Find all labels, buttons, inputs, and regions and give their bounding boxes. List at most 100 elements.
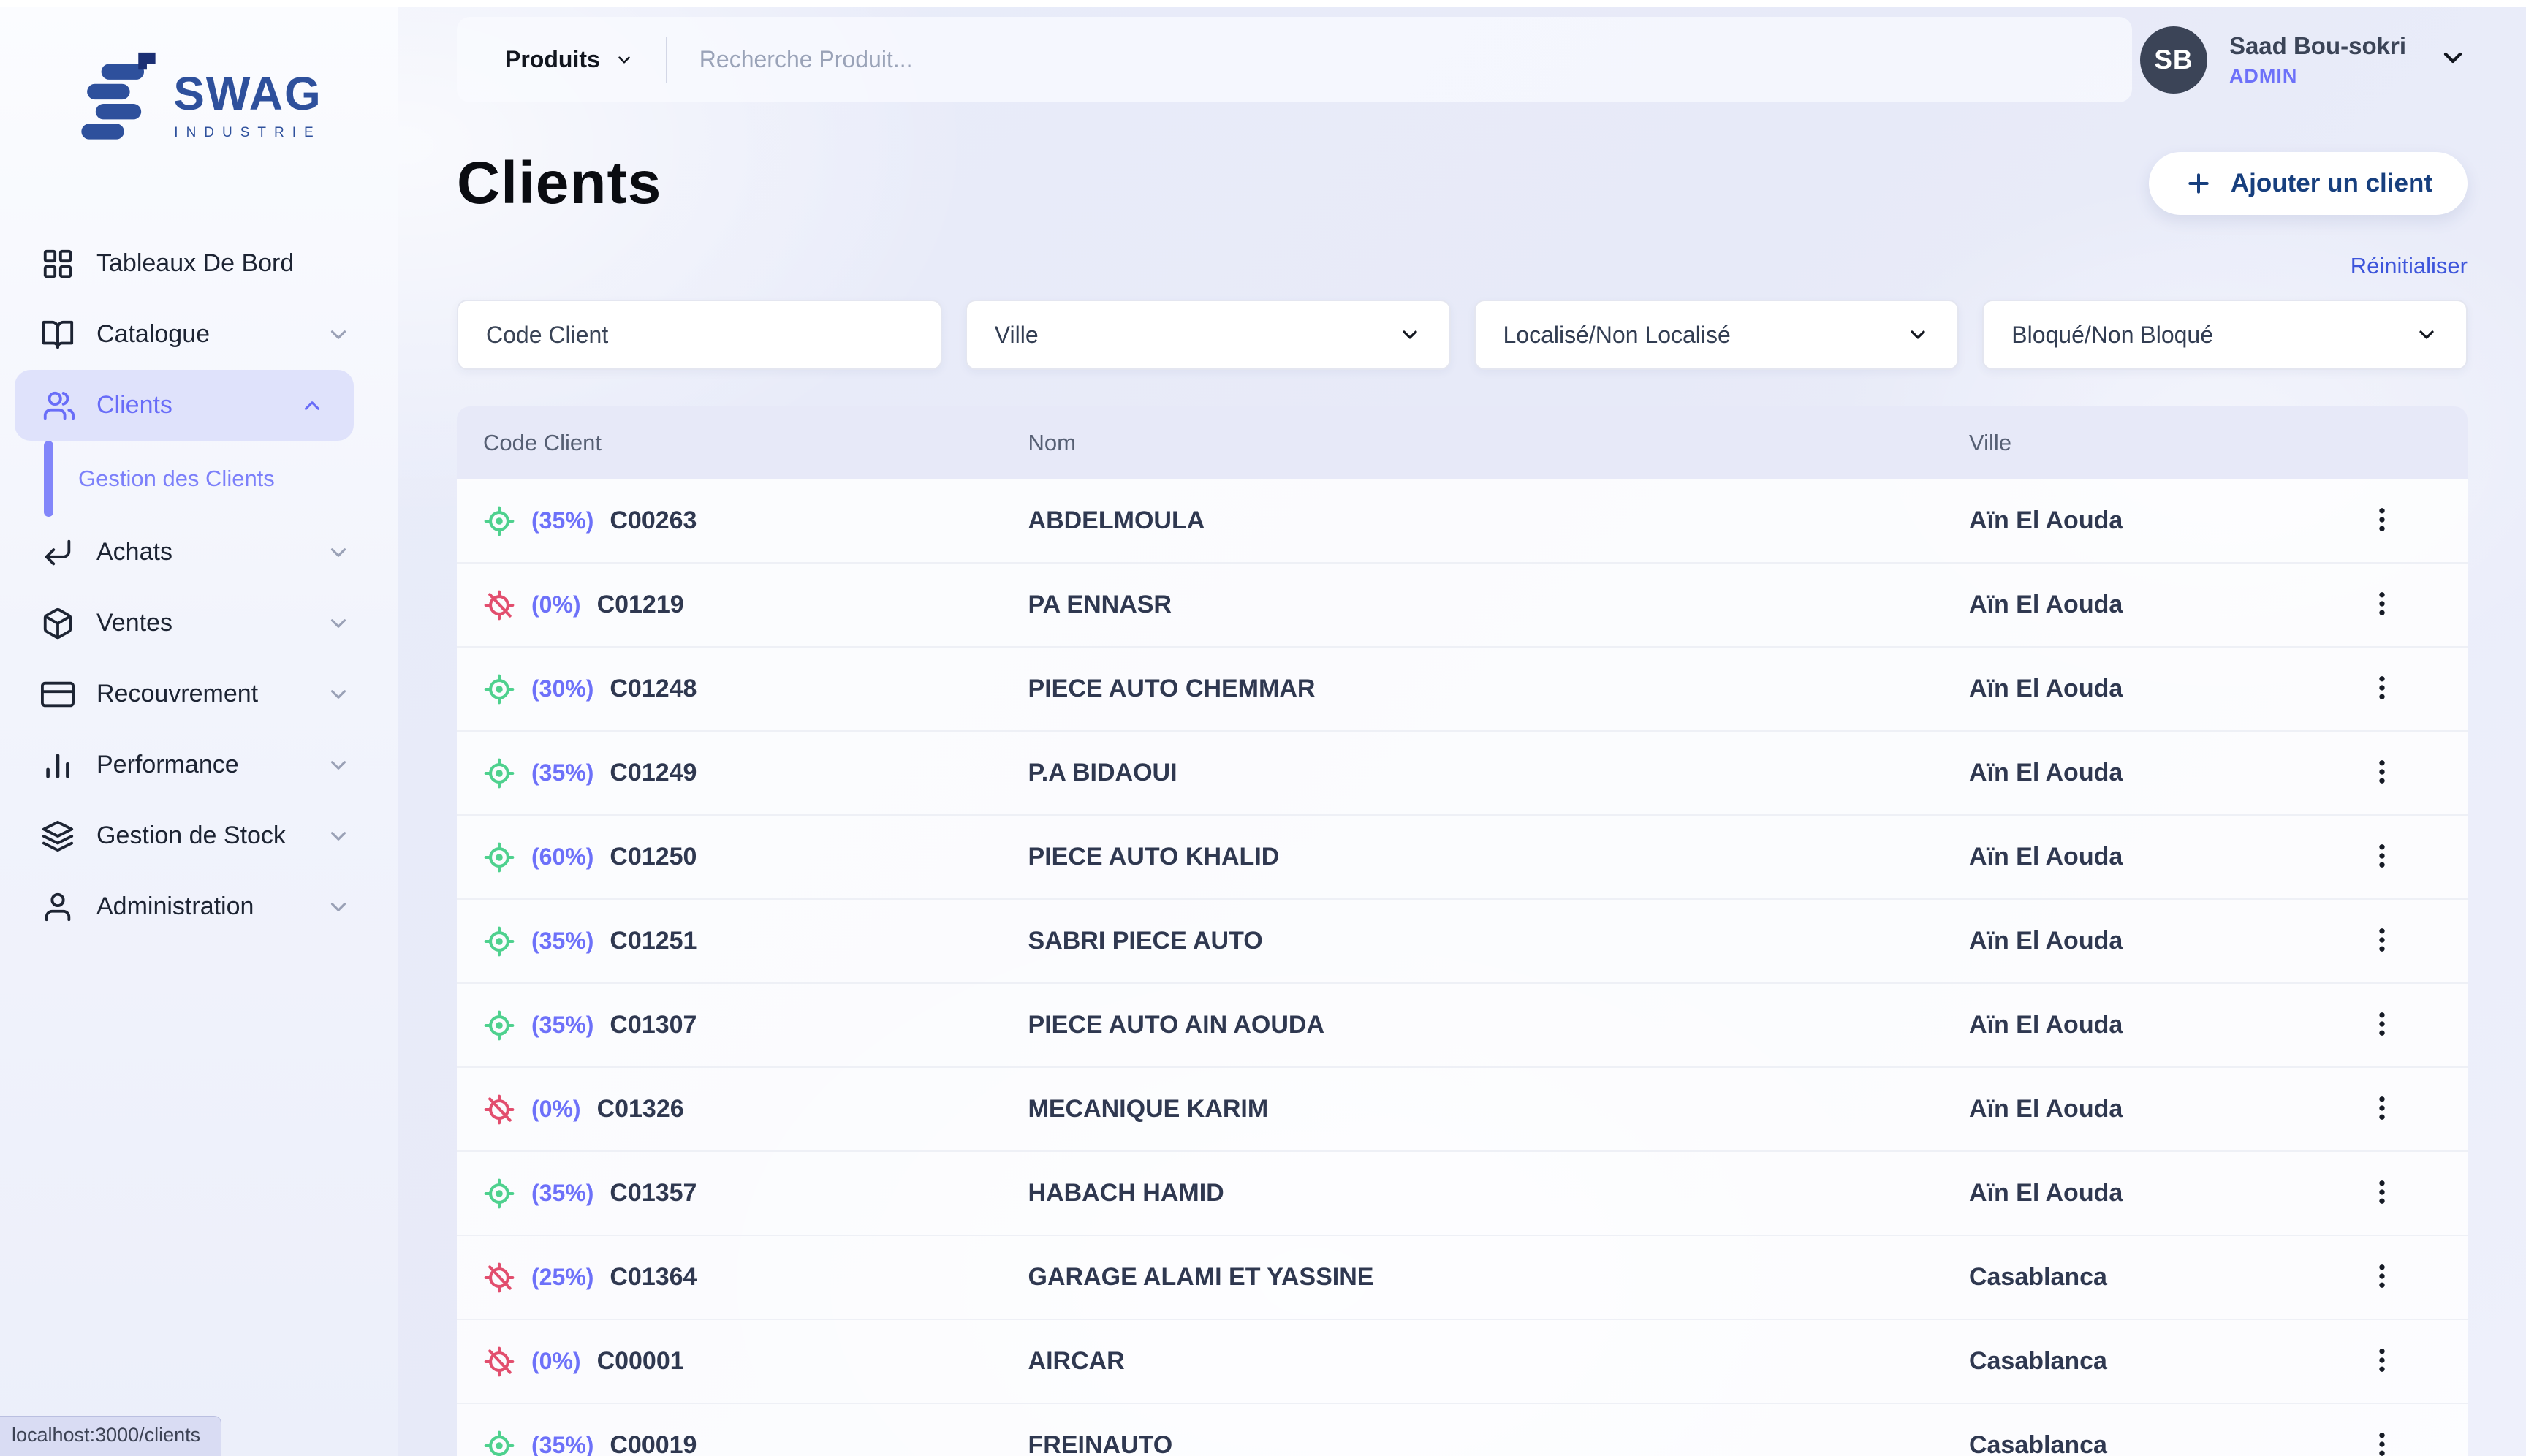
app-root: SWAG INDUSTRIE Tableaux De Bord Catalogu… [0, 0, 2526, 1456]
sidebar-item-ventes[interactable]: Ventes [0, 588, 398, 659]
sidebar-item-gestion-de-stock[interactable]: Gestion de Stock [0, 800, 398, 871]
sidebar-item-label: Administration [96, 892, 304, 921]
bloque-filter-select[interactable]: Bloqué/Non Bloqué [1982, 300, 2468, 370]
table-row[interactable]: (35%) C01251 SABRI PIECE AUTO Aïn El Aou… [457, 900, 2468, 984]
client-city: Aïn El Aouda [1969, 675, 2123, 702]
column-header-ville: Ville [1943, 430, 2333, 456]
sidebar-item-recouvrement[interactable]: Recouvrement [0, 659, 398, 729]
row-actions-button[interactable] [2359, 1001, 2405, 1049]
browser-top-strip [0, 0, 2526, 7]
table-row[interactable]: (35%) C01249 P.A BIDAOUI Aïn El Aouda [457, 732, 2468, 816]
localized-icon [483, 505, 515, 537]
sidebar-item-label: Achats [96, 538, 304, 566]
client-code: C01307 [610, 1011, 697, 1039]
sidebar-item-label: Ventes [96, 609, 304, 637]
sidebar-item-catalogue[interactable]: Catalogue [0, 299, 398, 370]
table-row[interactable]: (60%) C01250 PIECE AUTO KHALID Aïn El Ao… [457, 816, 2468, 900]
table-row[interactable]: (35%) C01357 HABACH HAMID Aïn El Aouda [457, 1152, 2468, 1236]
client-code: C01250 [610, 843, 697, 871]
more-vertical-icon [2367, 841, 2397, 871]
chevron-down-icon [326, 753, 351, 778]
chevron-down-icon [2438, 43, 2468, 76]
sidebar-item-administration[interactable]: Administration [0, 871, 398, 942]
row-actions-button[interactable] [2359, 497, 2405, 545]
table-row[interactable]: (0%) C01326 MECANIQUE KARIM Aïn El Aouda [457, 1068, 2468, 1152]
code-client-filter-input[interactable] [457, 300, 942, 370]
client-code: C01251 [610, 927, 697, 955]
sidebar-item-label: Clients [96, 391, 278, 420]
row-actions-button[interactable] [2359, 581, 2405, 629]
client-code: C01248 [610, 675, 697, 703]
grid-icon [41, 247, 75, 281]
sidebar-item-performance[interactable]: Performance [0, 729, 398, 800]
client-name: AIRCAR [1028, 1347, 1125, 1375]
discount-percent: (35%) [531, 1180, 593, 1207]
add-client-button-label: Ajouter un client [2231, 169, 2432, 198]
discount-percent: (35%) [531, 1012, 593, 1039]
reset-filters-link[interactable]: Réinitialiser [2351, 253, 2468, 279]
more-vertical-icon [2367, 757, 2397, 787]
table-header: Code Client Nom Ville [457, 406, 2468, 479]
table-row[interactable]: (35%) C00263 ABDELMOULA Aïn El Aouda [457, 479, 2468, 564]
row-actions-button[interactable] [2359, 1169, 2405, 1217]
table-row[interactable]: (0%) C01219 PA ENNASR Aïn El Aouda [457, 564, 2468, 648]
discount-percent: (60%) [531, 843, 593, 871]
search-divider [666, 37, 667, 83]
discount-percent: (35%) [531, 1432, 593, 1456]
localise-filter-select[interactable]: Localisé/Non Localisé [1474, 300, 1960, 370]
row-actions-button[interactable] [2359, 833, 2405, 881]
sidebar-item-tableaux-de-bord[interactable]: Tableaux De Bord [0, 228, 398, 299]
client-name: SABRI PIECE AUTO [1028, 927, 1263, 955]
table-row[interactable]: (35%) C00019 FREINAUTO Casablanca [457, 1404, 2468, 1456]
row-actions-button[interactable] [2359, 1254, 2405, 1301]
sidebar-item-achats[interactable]: Achats [0, 517, 398, 588]
search-category-dropdown[interactable]: Produits [505, 46, 634, 73]
table-row[interactable]: (25%) C01364 GARAGE ALAMI ET YASSINE Cas… [457, 1236, 2468, 1320]
client-name: HABACH HAMID [1028, 1179, 1224, 1207]
client-name: PIECE AUTO CHEMMAR [1028, 675, 1316, 702]
row-actions-button[interactable] [2359, 1422, 2405, 1456]
table-row[interactable]: (30%) C01248 PIECE AUTO CHEMMAR Aïn El A… [457, 648, 2468, 732]
client-city: Casablanca [1969, 1263, 2107, 1291]
row-actions-button[interactable] [2359, 1338, 2405, 1385]
status-url: localhost:3000/clients [0, 1416, 221, 1456]
user-menu[interactable]: SB Saad Bou-sokri ADMIN [2140, 26, 2468, 94]
ville-filter-select[interactable]: Ville [966, 300, 1451, 370]
not-localized-icon [483, 1093, 515, 1126]
table-row[interactable]: (35%) C01307 PIECE AUTO AIN AOUDA Aïn El… [457, 984, 2468, 1068]
package-icon [41, 607, 75, 640]
client-name: PIECE AUTO AIN AOUDA [1028, 1011, 1325, 1039]
more-vertical-icon [2367, 1429, 2397, 1456]
filters-row: Ville Localisé/Non Localisé Bloqué/Non B… [457, 300, 2468, 370]
more-vertical-icon [2367, 925, 2397, 955]
sidebar-subitem-gestion-des-clients[interactable]: Gestion des Clients [0, 441, 398, 517]
discount-percent: (30%) [531, 675, 593, 702]
page-title: Clients [457, 149, 661, 218]
bar-chart-icon [41, 748, 75, 782]
main-content: Produits SB Saad Bou-sokri ADMIN [398, 0, 2526, 1456]
row-actions-button[interactable] [2359, 1085, 2405, 1133]
add-client-button[interactable]: Ajouter un client [2149, 152, 2468, 215]
layers-icon [41, 819, 75, 853]
localized-icon [483, 673, 515, 705]
not-localized-icon [483, 1262, 515, 1294]
credit-card-icon [41, 678, 75, 711]
sidebar-item-label: Tableaux De Bord [96, 249, 351, 278]
user-name: Saad Bou-sokri [2229, 32, 2406, 60]
client-name: MECANIQUE KARIM [1028, 1095, 1269, 1123]
client-city: Casablanca [1969, 1347, 2107, 1375]
user-role-badge: ADMIN [2229, 65, 2406, 88]
row-actions-button[interactable] [2359, 749, 2405, 797]
sidebar-item-label: Gestion de Stock [96, 822, 304, 850]
more-vertical-icon [2367, 1177, 2397, 1207]
sidebar-item-clients[interactable]: Clients [15, 370, 354, 441]
table-row[interactable]: (0%) C00001 AIRCAR Casablanca [457, 1320, 2468, 1404]
product-search-input[interactable] [699, 46, 2110, 73]
row-actions-button[interactable] [2359, 917, 2405, 965]
chevron-down-icon [326, 895, 351, 920]
client-name: GARAGE ALAMI ET YASSINE [1028, 1263, 1374, 1291]
sidebar-subitem-label: Gestion des Clients [78, 466, 275, 492]
row-actions-button[interactable] [2359, 665, 2405, 713]
product-search-bar: Produits [457, 17, 2132, 102]
client-name: PA ENNASR [1028, 591, 1172, 618]
